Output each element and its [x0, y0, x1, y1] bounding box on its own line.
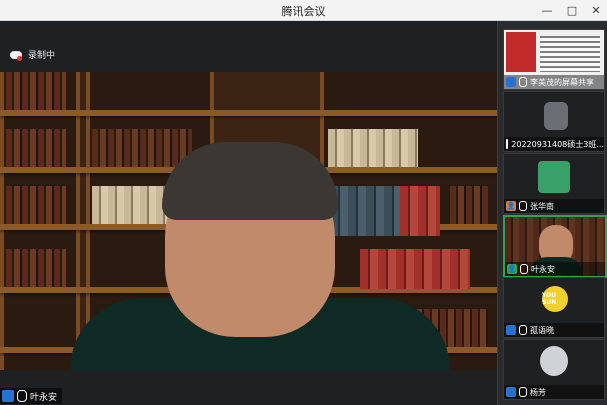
close-button[interactable]: ✕ [585, 0, 607, 20]
participant-sidebar: 👤 李美茂的屏幕共享 20220931408硕士3班... 👤 张华南 👤 叶永… [497, 21, 607, 405]
user-icon: 👤 [506, 325, 516, 335]
user-icon: 👤 [2, 390, 14, 402]
participant-tile[interactable]: 👤 张华南 [503, 153, 605, 214]
book-row [6, 186, 66, 224]
tile-label: 👤 叶永安 [505, 262, 605, 276]
shelf-plank [0, 110, 497, 116]
shared-screen-preview [506, 32, 536, 72]
participant-name: 孤语晓 [530, 325, 554, 335]
speaker-hair [162, 142, 338, 220]
tile-label: 👤 孤语晓 [504, 323, 604, 337]
avatar [538, 161, 570, 193]
tile-label: 👤 杨芳 [504, 385, 604, 399]
mic-icon [519, 77, 527, 87]
user-icon: 👤 [506, 201, 516, 211]
mic-icon [17, 390, 27, 402]
minimize-button[interactable]: — [536, 0, 558, 20]
user-icon: 👤 [506, 77, 516, 87]
participant-tile[interactable]: YOU SUN 👤 孤语晓 [503, 277, 605, 338]
avatar [540, 346, 568, 376]
title-bar: 腾讯会议 — □ ✕ [0, 0, 607, 21]
participant-name: 李美茂的屏幕共享 [530, 77, 594, 87]
participant-name: 张华南 [530, 201, 554, 211]
recording-label: 录制中 [28, 51, 56, 61]
book-row [6, 129, 66, 167]
speaker-name-tag[interactable]: 👤 叶永安 [0, 388, 62, 404]
shared-screen-text [540, 36, 600, 72]
participant-tile[interactable]: 👤 李美茂的屏幕共享 [503, 29, 605, 90]
participant-name: 20220931408硕士3班... [511, 139, 604, 149]
mic-icon [520, 264, 528, 274]
recording-indicator[interactable]: 录制中 [10, 48, 55, 61]
window-title: 腾讯会议 [281, 5, 326, 18]
participant-name: 叶永安 [531, 264, 555, 274]
mic-icon [519, 387, 527, 397]
book-row [6, 249, 66, 287]
participant-name: 杨芳 [530, 387, 546, 397]
tile-label: 👤 张华南 [504, 199, 604, 213]
mic-icon [519, 325, 527, 335]
avatar [544, 102, 568, 130]
participant-tile-active[interactable]: 👤 叶永安 [503, 215, 607, 278]
participant-tile[interactable]: 20220931408硕士3班... [503, 91, 605, 152]
tile-label: 👤 李美茂的屏幕共享 [504, 75, 604, 89]
maximize-button[interactable]: □ [561, 0, 583, 20]
user-icon: 👤 [506, 387, 516, 397]
tile-label: 20220931408硕士3班... [504, 137, 604, 151]
main-video[interactable] [0, 72, 497, 370]
book-row [6, 72, 66, 110]
mic-icon [519, 201, 527, 211]
speaker-name: 叶永安 [30, 392, 58, 403]
book-row [450, 186, 490, 224]
avatar: YOU SUN [542, 286, 568, 312]
meeting-window: 腾讯会议 — □ ✕ 录制中 👤 叶永安 👤 李美茂的屏幕共享 20220931… [0, 0, 607, 405]
speaker-video-feed [70, 142, 450, 370]
cloud-record-icon [10, 50, 22, 61]
mic-icon [506, 139, 509, 149]
user-icon: 👤 [507, 264, 517, 274]
main-stage: 录制中 [0, 21, 497, 405]
participant-tile[interactable]: 👤 杨芳 [503, 339, 605, 400]
